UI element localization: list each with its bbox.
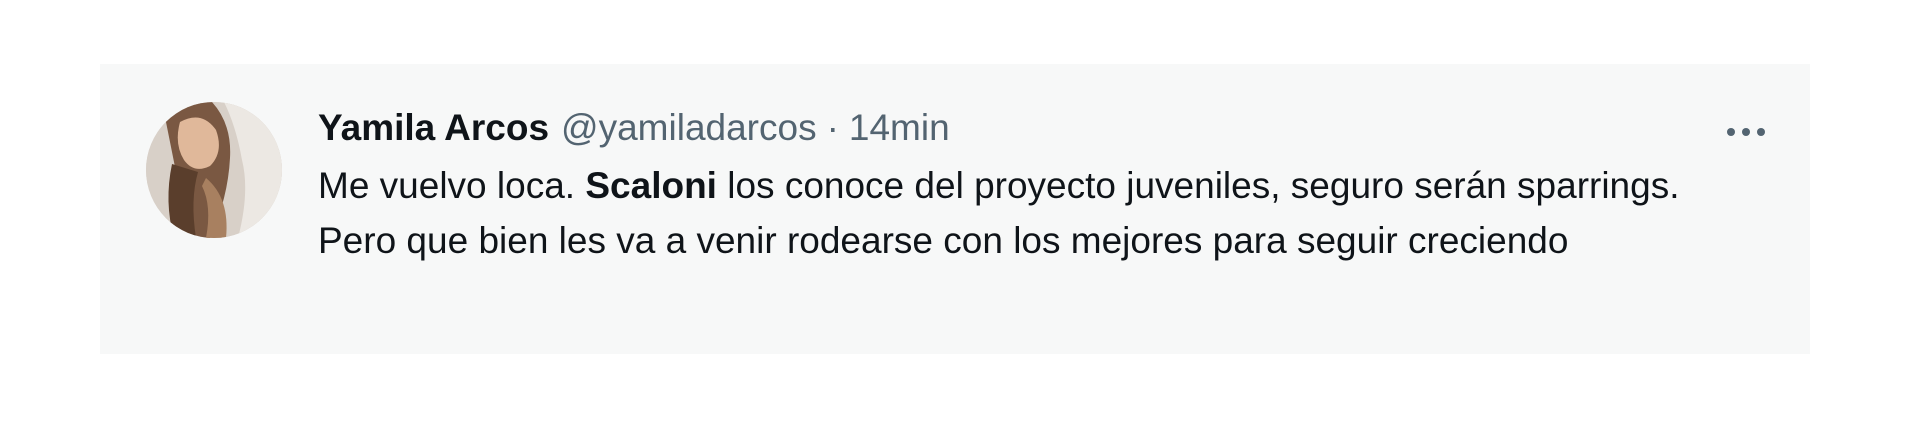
tweet-body: Yamila Arcos @yamiladarcos · 14min Me vu… <box>318 104 1738 268</box>
tweet-text: Me vuelvo loca. Scaloni los conoce del p… <box>318 158 1738 268</box>
author-display-name[interactable]: Yamila Arcos <box>318 104 549 152</box>
more-options-button[interactable] <box>1718 112 1774 152</box>
tweet-card[interactable]: Yamila Arcos @yamiladarcos · 14min Me vu… <box>100 64 1810 354</box>
more-horizontal-icon <box>1727 128 1765 136</box>
tweet-text-part: Me vuelvo loca. <box>318 165 586 206</box>
tweet-header: Yamila Arcos @yamiladarcos · 14min <box>318 104 1738 152</box>
avatar[interactable] <box>146 102 282 238</box>
tweet-timestamp[interactable]: 14min <box>849 104 950 152</box>
avatar-image <box>146 102 282 238</box>
author-handle[interactable]: @yamiladarcos <box>561 104 817 152</box>
tweet-text-bold: Scaloni <box>585 165 717 206</box>
page: Yamila Arcos @yamiladarcos · 14min Me vu… <box>0 0 1920 440</box>
header-separator: · <box>826 107 839 148</box>
